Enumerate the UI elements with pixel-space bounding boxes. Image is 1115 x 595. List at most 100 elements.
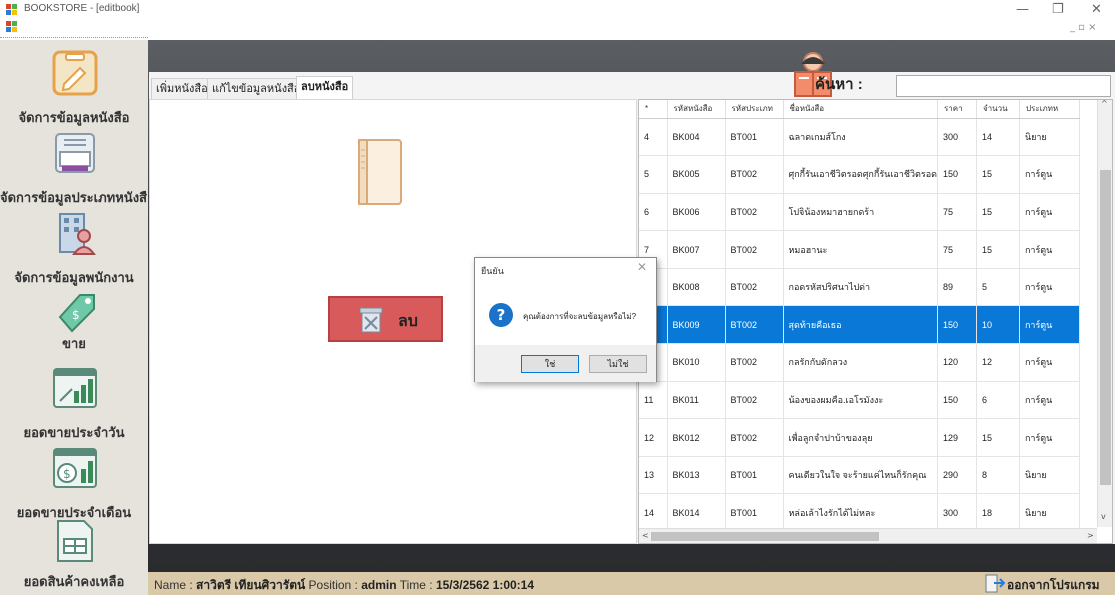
quantity-cell[interactable]: 14 bbox=[976, 118, 1020, 157]
price-cell[interactable]: 150 bbox=[937, 381, 977, 420]
type-id-cell[interactable]: BT002 bbox=[725, 418, 784, 457]
row-number-cell[interactable]: 11 bbox=[639, 381, 668, 420]
table-row[interactable]: 13 BK013 BT001 คนเดียวในใจ จะร้ายแค่ไหนก็รั… bbox=[639, 456, 1080, 495]
tab-edit-book[interactable]: แก้ไขข้อมูลหนังสือ bbox=[207, 78, 306, 100]
delete-button[interactable]: ลบ bbox=[328, 296, 443, 342]
scroll-left-arrow-icon[interactable]: < bbox=[642, 531, 649, 540]
type-name-cell[interactable]: การ์ตูน bbox=[1019, 193, 1080, 232]
grid-col-header-type-name[interactable]: ประเภทห bbox=[1019, 100, 1080, 119]
scroll-up-arrow-icon[interactable]: ^ bbox=[1101, 99, 1108, 108]
sidebar-item-manage-book-types[interactable]: จัดการข้อมูลประเภทหนังสือ bbox=[0, 125, 155, 205]
book-name-cell[interactable]: ฉลาดเกมส์โกง bbox=[783, 118, 938, 157]
type-id-cell[interactable]: BT002 bbox=[725, 155, 784, 194]
type-id-cell[interactable]: BT002 bbox=[725, 381, 784, 420]
book-id-cell[interactable]: BK007 bbox=[667, 230, 726, 269]
table-row[interactable]: 11 BK011 BT002 น้องของผมคือ.เอโรมังงะ 150 6 กา… bbox=[639, 381, 1080, 420]
tab-delete-book[interactable]: ลบหนังสือ bbox=[296, 76, 354, 100]
dialog-yes-button[interactable]: ใช่ bbox=[521, 355, 579, 373]
grid-col-header-book-name[interactable]: ชื่อหนังสือ bbox=[783, 100, 938, 119]
quantity-cell[interactable]: 8 bbox=[976, 456, 1020, 495]
search-input[interactable] bbox=[896, 75, 1111, 97]
quantity-cell[interactable]: 5 bbox=[976, 268, 1020, 307]
price-cell[interactable]: 300 bbox=[937, 118, 977, 157]
quantity-cell[interactable]: 12 bbox=[976, 343, 1020, 382]
mdi-child-icon[interactable] bbox=[6, 21, 18, 33]
type-name-cell[interactable]: การ์ตูน bbox=[1019, 268, 1080, 307]
type-name-cell[interactable]: การ์ตูน bbox=[1019, 381, 1080, 420]
book-name-cell[interactable]: หมอฮานะ bbox=[783, 230, 938, 269]
type-name-cell[interactable]: นิยาย bbox=[1019, 456, 1080, 495]
table-row[interactable]: 6 BK006 BT002 โปจิน้องหมาฮายกดร้า 75 15 การ์ตู… bbox=[639, 193, 1080, 232]
grid-vertical-scrollbar[interactable]: ^ v bbox=[1097, 99, 1112, 527]
type-id-cell[interactable]: BT002 bbox=[725, 305, 784, 345]
scroll-down-arrow-icon[interactable]: v bbox=[1101, 512, 1106, 521]
row-number-cell[interactable]: 5 bbox=[639, 155, 668, 194]
price-cell[interactable]: 75 bbox=[937, 193, 977, 232]
book-name-cell[interactable]: คนเดียวในใจ จะร้ายแค่ไหนก็รักคุณ bbox=[783, 456, 938, 495]
table-row[interactable]: 9BK009BT002สุดท้ายคือเธอ15010การ์ตูน bbox=[639, 305, 1080, 345]
table-row[interactable]: 4 BK004 BT001 ฉลาดเกมส์โกง 300 14 นิยาย bbox=[639, 118, 1080, 157]
price-cell[interactable]: 129 bbox=[937, 418, 977, 457]
price-cell[interactable]: 150 bbox=[937, 155, 977, 194]
grid-col-header-type-id[interactable]: รหัสประเภท bbox=[725, 100, 784, 119]
type-name-cell[interactable]: การ์ตูน bbox=[1019, 155, 1080, 194]
book-id-cell[interactable]: BK012 bbox=[667, 418, 726, 457]
price-cell[interactable]: 150 bbox=[937, 305, 977, 345]
sidebar-item-manage-books[interactable]: จัดการข้อมูลหนังสือ bbox=[0, 45, 148, 125]
row-number-cell[interactable]: 4 bbox=[639, 118, 668, 157]
scroll-right-arrow-icon[interactable]: > bbox=[1087, 531, 1094, 540]
sidebar-item-daily-sales[interactable]: ยอดขายประจำวัน bbox=[0, 360, 148, 440]
quantity-cell[interactable]: 15 bbox=[976, 230, 1020, 269]
book-id-cell[interactable]: BK011 bbox=[667, 381, 726, 420]
horizontal-scroll-thumb[interactable] bbox=[651, 532, 879, 541]
grid-col-header-quantity[interactable]: จำนวน bbox=[976, 100, 1020, 119]
book-name-cell[interactable]: กลรักกับดักลวง bbox=[783, 343, 938, 382]
type-name-cell[interactable]: การ์ตูน bbox=[1019, 305, 1080, 345]
quantity-cell[interactable]: 10 bbox=[976, 305, 1020, 345]
price-cell[interactable]: 300 bbox=[937, 493, 977, 533]
type-id-cell[interactable]: BT001 bbox=[725, 493, 784, 533]
grid-col-header-rownum[interactable]: * bbox=[639, 100, 668, 119]
quantity-cell[interactable]: 6 bbox=[976, 381, 1020, 420]
dialog-no-button[interactable]: ไม่ใช่ bbox=[589, 355, 647, 373]
grid-col-header-book-id[interactable]: รหัสหนังสือ bbox=[667, 100, 726, 119]
table-row[interactable]: 14 BK014 BT001 หล่อเล้าไงรักได้ไม่หละ 300 18 น… bbox=[639, 493, 1080, 533]
type-id-cell[interactable]: BT002 bbox=[725, 230, 784, 269]
table-row[interactable]: 12 BK012 BT002 เพื่อลูกจำปาบ้าของลุย 129 15 กา… bbox=[639, 418, 1080, 457]
type-name-cell[interactable]: การ์ตูน bbox=[1019, 418, 1080, 457]
book-id-cell[interactable]: BK005 bbox=[667, 155, 726, 194]
type-id-cell[interactable]: BT001 bbox=[725, 456, 784, 495]
book-id-cell[interactable]: BK014 bbox=[667, 493, 726, 533]
type-name-cell[interactable]: นิยาย bbox=[1019, 493, 1080, 533]
book-id-cell[interactable]: BK010 bbox=[667, 343, 726, 382]
book-id-cell[interactable]: BK009 bbox=[667, 305, 726, 345]
quantity-cell[interactable]: 15 bbox=[976, 193, 1020, 232]
row-number-cell[interactable]: 14 bbox=[639, 493, 668, 533]
price-cell[interactable]: 75 bbox=[937, 230, 977, 269]
row-number-cell[interactable]: 6 bbox=[639, 193, 668, 232]
sidebar-item-manage-employees[interactable]: จัดการข้อมูลพนักงาน bbox=[0, 205, 148, 285]
type-id-cell[interactable]: BT002 bbox=[725, 268, 784, 307]
table-row[interactable]: 5 BK005 BT002 ศุกกี้รันเอาชีวิตรอดศุกกี้รัน… bbox=[639, 155, 1080, 194]
grid-col-header-price[interactable]: ราคา bbox=[937, 100, 977, 119]
tab-add-book[interactable]: เพิ่มหนังสือ bbox=[151, 78, 213, 100]
table-row[interactable]: 8BK008BT002กอดรหัสปริศนาไปด่า895การ์ตูน bbox=[639, 268, 1080, 307]
book-name-cell[interactable]: หล่อเล้าไงรักได้ไม่หละ bbox=[783, 493, 938, 533]
sidebar-item-inventory[interactable]: ยอดสินค้าคงเหลือ bbox=[0, 515, 148, 595]
type-id-cell[interactable]: BT002 bbox=[725, 343, 784, 382]
books-grid[interactable]: * รหัสหนังสือ รหัสประเภท ชื่อหนังสือ ราค… bbox=[638, 99, 1113, 544]
book-name-cell[interactable]: น้องของผมคือ.เอโรมังงะ bbox=[783, 381, 938, 420]
book-id-cell[interactable]: BK004 bbox=[667, 118, 726, 157]
book-name-cell[interactable]: กอดรหัสปริศนาไปด่า bbox=[783, 268, 938, 307]
book-name-cell[interactable]: ศุกกี้รันเอาชีวิตรอดศุกกี้รันเอาชีวิตรอด bbox=[783, 155, 938, 194]
sidebar-item-monthly-sales[interactable]: $ ยอดขายประจำเดือน bbox=[0, 440, 148, 520]
sidebar-item-sell[interactable]: $ ขาย bbox=[0, 285, 148, 365]
close-button[interactable]: ✕ bbox=[1091, 2, 1102, 17]
quantity-cell[interactable]: 18 bbox=[976, 493, 1020, 533]
book-name-cell[interactable]: สุดท้ายคือเธอ bbox=[783, 305, 938, 345]
price-cell[interactable]: 89 bbox=[937, 268, 977, 307]
price-cell[interactable]: 290 bbox=[937, 456, 977, 495]
type-id-cell[interactable]: BT001 bbox=[725, 118, 784, 157]
book-id-cell[interactable]: BK013 bbox=[667, 456, 726, 495]
price-cell[interactable]: 120 bbox=[937, 343, 977, 382]
